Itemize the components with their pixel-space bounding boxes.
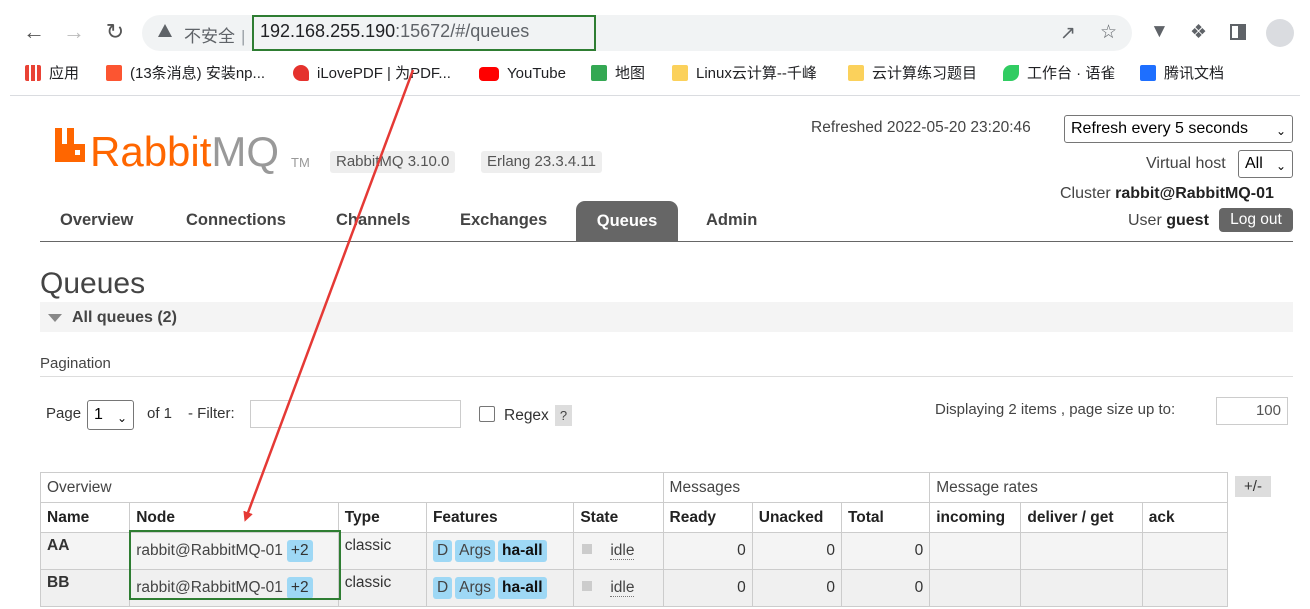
annotation-arrow (243, 69, 415, 522)
